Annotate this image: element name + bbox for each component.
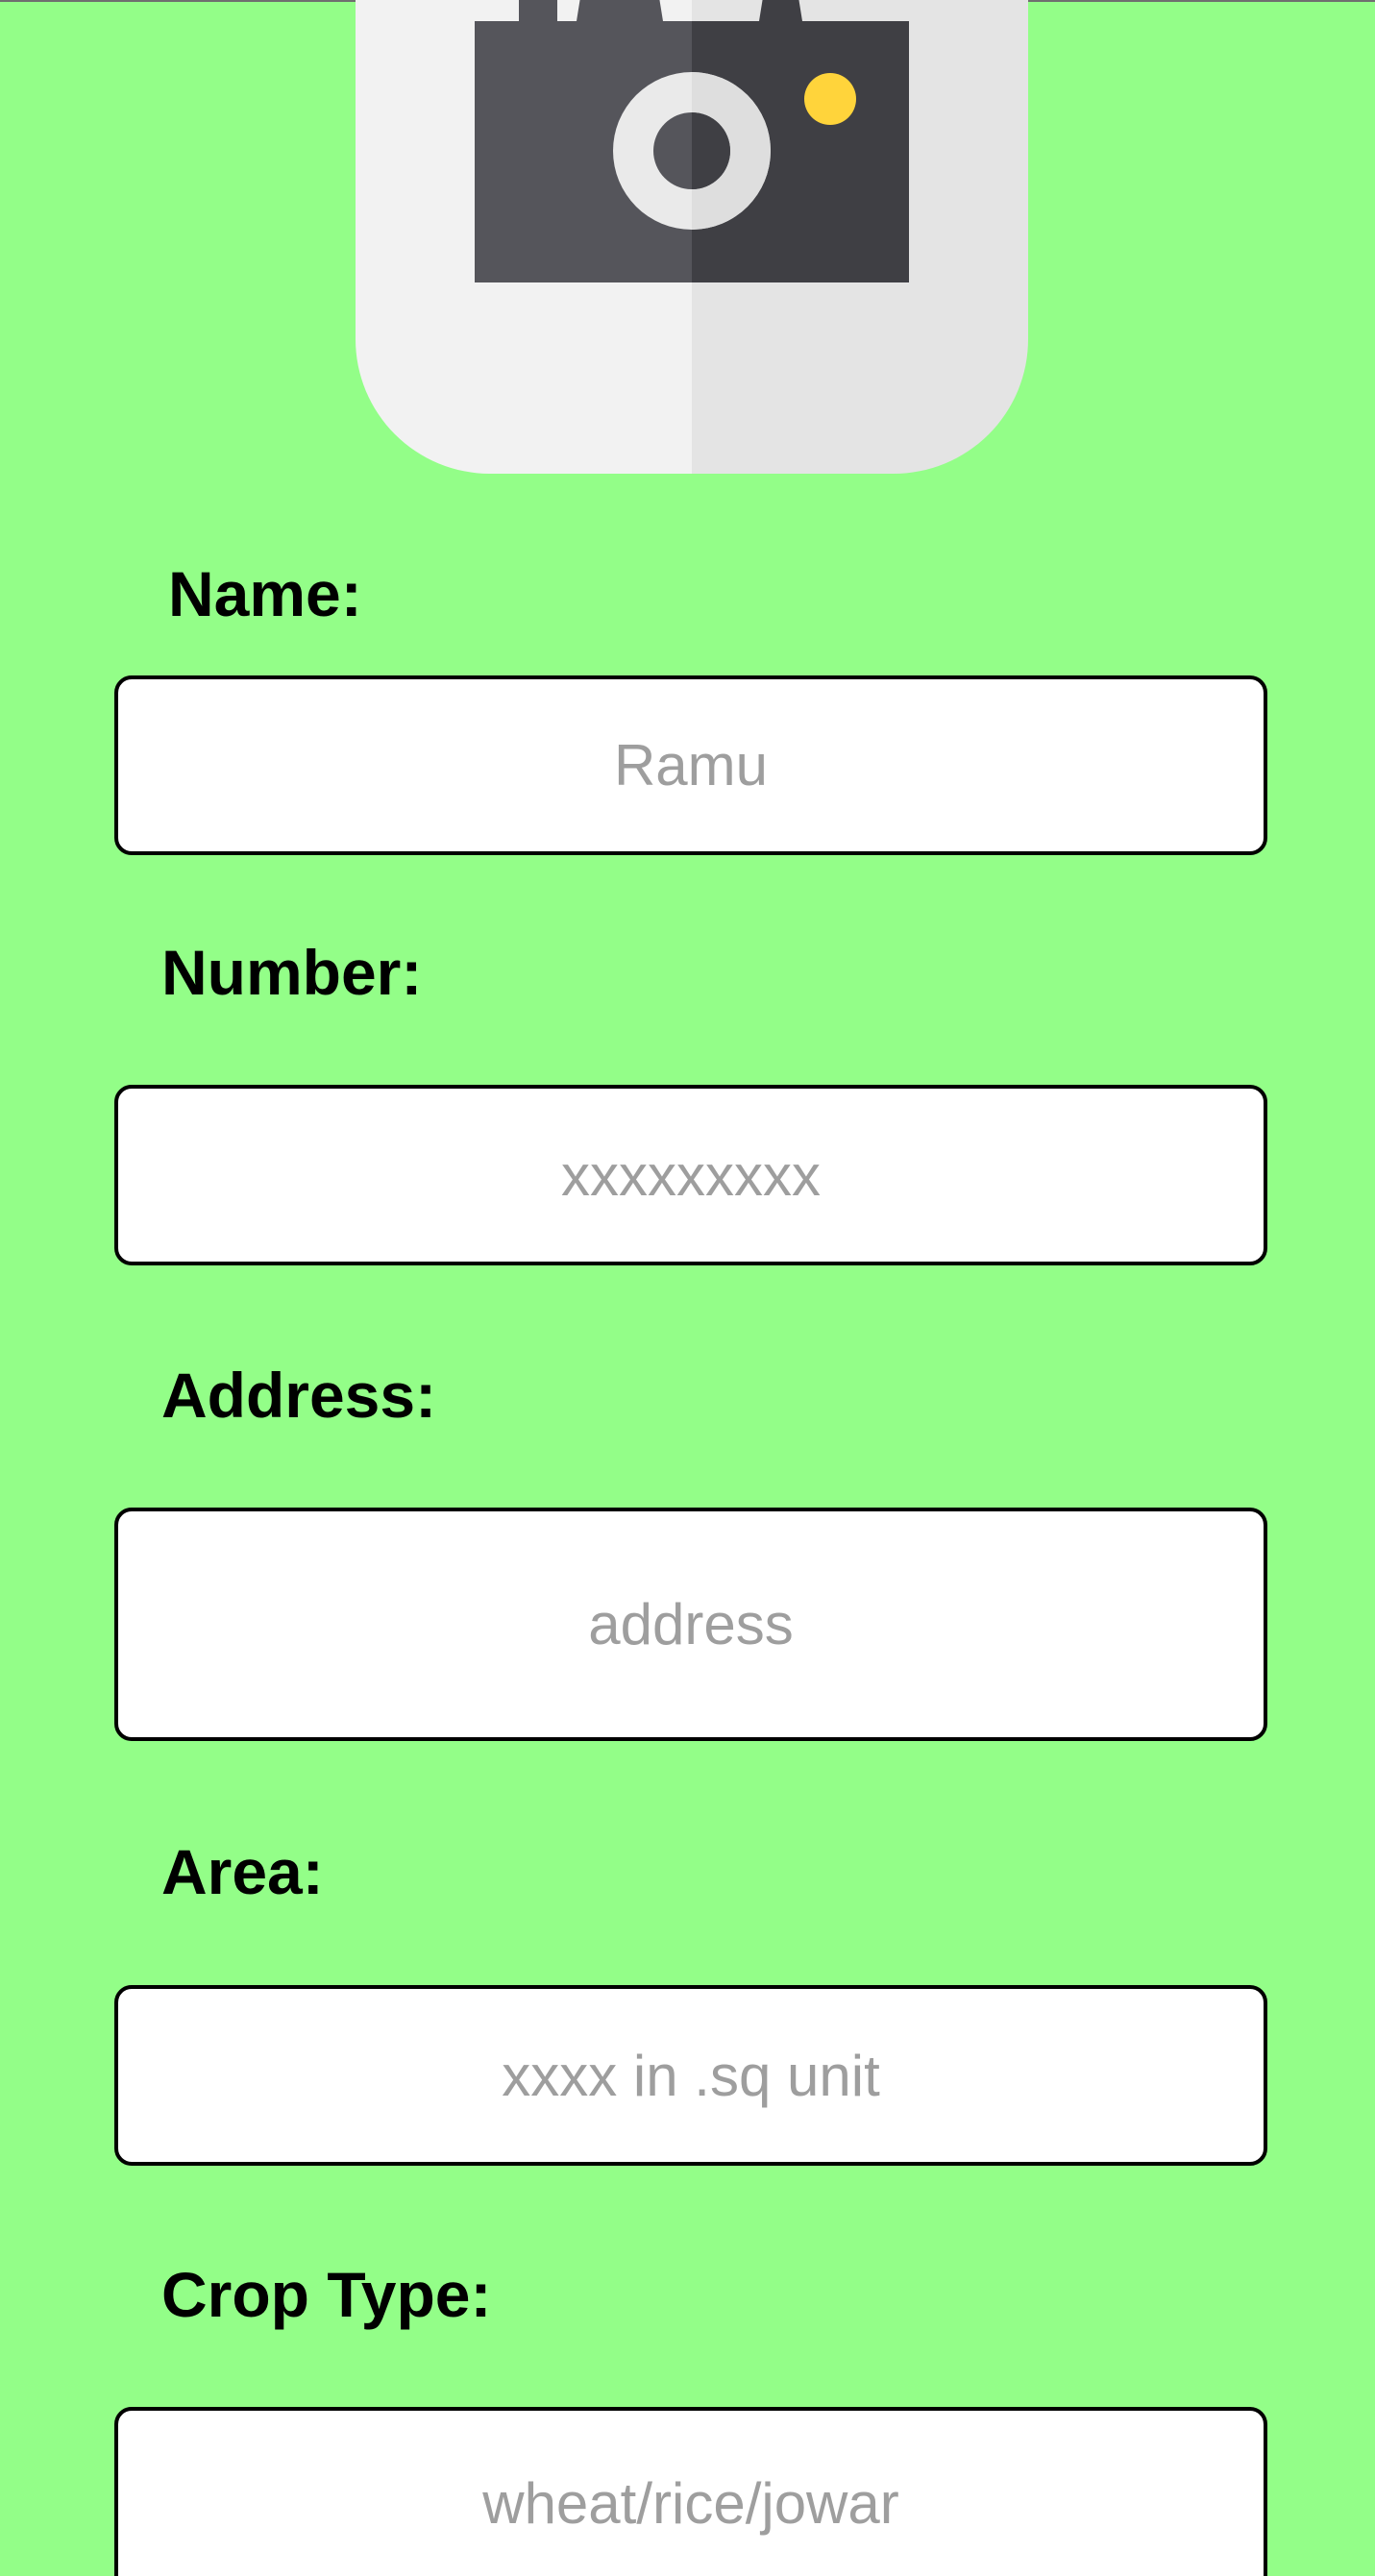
- address-label: Address:: [161, 1360, 437, 1431]
- number-input[interactable]: [114, 1085, 1267, 1265]
- crop-type-label: Crop Type:: [161, 2259, 492, 2330]
- registration-screen: Name: Number: Address: Area: Crop Type:: [0, 0, 1375, 2576]
- area-input[interactable]: [114, 1985, 1267, 2166]
- crop-type-input[interactable]: [114, 2407, 1267, 2576]
- camera-icon: [356, 0, 1028, 474]
- name-label: Name:: [168, 558, 362, 629]
- area-label: Area:: [161, 1836, 324, 1907]
- number-label: Number:: [161, 937, 423, 1008]
- profile-photo-picker[interactable]: [356, 0, 1028, 474]
- address-input[interactable]: [114, 1508, 1267, 1741]
- name-input[interactable]: [114, 675, 1267, 855]
